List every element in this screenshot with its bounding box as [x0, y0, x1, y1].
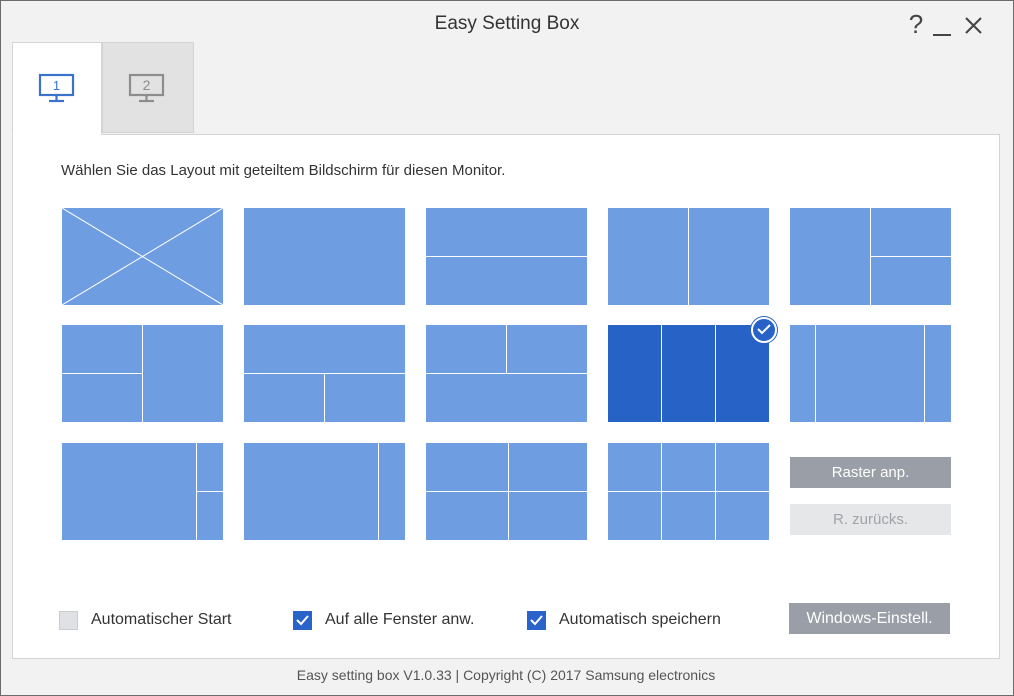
tab-1-number: 1 [53, 78, 60, 93]
apply-all-checkbox[interactable] [293, 610, 312, 630]
layout-option-13[interactable] [426, 443, 587, 540]
auto-start-checkbox[interactable] [59, 610, 78, 630]
tab-monitor-1[interactable]: 1 [12, 42, 102, 135]
windows-settings-button[interactable]: Windows-Einstell. [789, 603, 950, 634]
layout-option-11[interactable] [62, 443, 223, 540]
title-bar: Easy Setting Box ? [1, 1, 1013, 45]
layout-option-1[interactable] [62, 208, 223, 305]
window-title: Easy Setting Box [434, 13, 580, 34]
reset-grid-button[interactable]: R. zurücks. [790, 504, 951, 535]
selected-check-badge [751, 317, 777, 343]
layout-option-4[interactable] [608, 208, 769, 305]
monitor-icon: 1 [38, 73, 75, 103]
auto-save-label: Automatisch speichern [559, 611, 721, 628]
layout-panel: Wählen Sie das Layout mit geteiltem Bild… [12, 134, 1000, 659]
auto-save-option[interactable]: Automatisch speichern [527, 610, 721, 630]
layout-option-3[interactable] [426, 208, 587, 305]
close-button[interactable] [963, 9, 985, 39]
layout-option-8[interactable] [426, 325, 587, 422]
no-split-icon [62, 208, 223, 305]
checkmark-icon [296, 614, 309, 625]
minimize-button[interactable] [930, 9, 954, 39]
layout-option-5[interactable] [790, 208, 951, 305]
auto-save-checkbox[interactable] [527, 610, 546, 630]
layout-option-12[interactable] [244, 443, 405, 540]
layout-option-9[interactable] [608, 317, 777, 422]
apply-all-option[interactable]: Auf alle Fenster anw. [293, 610, 474, 630]
checkmark-icon [757, 324, 771, 335]
layout-option-10[interactable] [790, 325, 951, 422]
checkmark-icon [530, 614, 543, 625]
layout-option-6[interactable] [62, 325, 223, 422]
auto-start-label: Automatischer Start [91, 611, 232, 628]
tab-monitor-2[interactable]: 2 [102, 42, 194, 133]
help-button[interactable]: ? [905, 9, 927, 39]
auto-start-option[interactable]: Automatischer Start [59, 610, 232, 630]
monitor-icon: 2 [128, 73, 165, 103]
instruction-text: Wählen Sie das Layout mit geteiltem Bild… [61, 162, 506, 179]
footer-copyright: Easy setting box V1.0.33 | Copyright (C)… [296, 667, 716, 683]
layout-option-7[interactable] [244, 325, 405, 422]
adjust-grid-button[interactable]: Raster anp. [790, 457, 951, 488]
apply-all-label: Auf alle Fenster anw. [325, 611, 475, 628]
close-icon [965, 17, 982, 34]
layout-option-14[interactable] [608, 443, 769, 540]
tab-2-number: 2 [143, 77, 151, 93]
layout-option-2[interactable] [244, 208, 405, 305]
